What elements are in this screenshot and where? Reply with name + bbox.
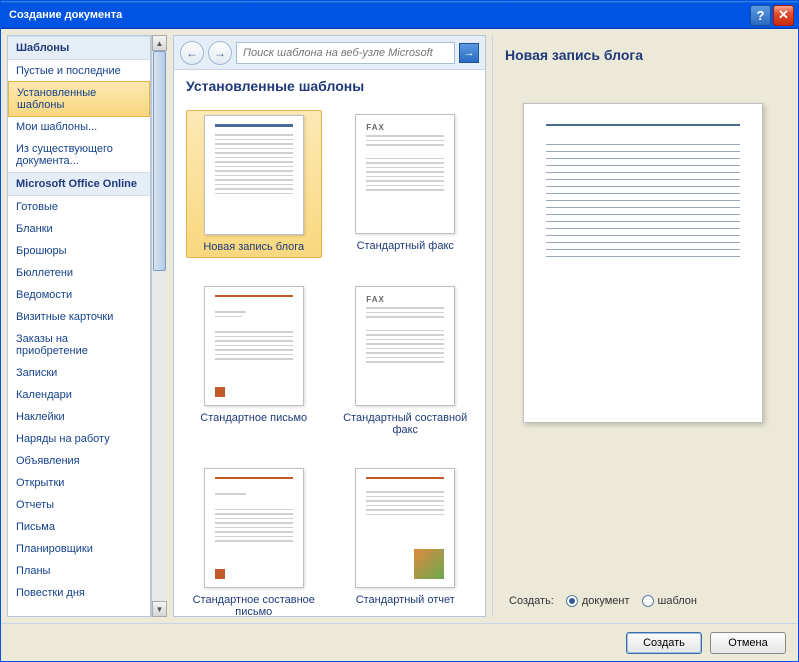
create-button[interactable]: Создать <box>626 632 702 654</box>
forward-button[interactable]: → <box>208 41 232 65</box>
template-label: Стандартный факс <box>357 240 454 252</box>
sidebar-item[interactable]: Открытки <box>8 472 150 494</box>
sidebar-item[interactable]: Заказы на приобретение <box>8 328 150 362</box>
sidebar-item[interactable]: Наряды на работу <box>8 428 150 450</box>
sidebar-item[interactable]: Визитные карточки <box>8 306 150 328</box>
sidebar-item[interactable]: Наклейки <box>8 406 150 428</box>
back-button[interactable]: ← <box>180 41 204 65</box>
template-thumb <box>204 286 304 406</box>
sidebar-item[interactable]: Ведомости <box>8 284 150 306</box>
titlebar: Создание документа ? ✕ <box>1 1 798 29</box>
sidebar: ШаблоныПустые и последниеУстановленные ш… <box>7 35 167 617</box>
sidebar-list[interactable]: ШаблоныПустые и последниеУстановленные ш… <box>7 35 151 617</box>
help-button[interactable]: ? <box>750 5 771 26</box>
sidebar-item[interactable]: Брошюры <box>8 240 150 262</box>
sidebar-item[interactable]: Пустые и последние <box>8 60 150 82</box>
sidebar-item[interactable]: Письма <box>8 516 150 538</box>
window-title: Создание документа <box>5 9 748 21</box>
template-label: Стандартное составное письмо <box>190 594 318 616</box>
template-fax[interactable]: FAX Стандартный факс <box>338 110 474 258</box>
preview-panel: Новая запись блога Создать: документ ша <box>492 35 792 617</box>
radio-icon <box>642 595 654 607</box>
dialog-body: ШаблоныПустые и последниеУстановленные ш… <box>1 29 798 623</box>
sidebar-item[interactable]: Объявления <box>8 450 150 472</box>
sidebar-scrollbar[interactable]: ▲ ▼ <box>151 35 167 617</box>
sidebar-heading-online: Microsoft Office Online <box>8 172 150 196</box>
sidebar-item[interactable]: Установленные шаблоны <box>8 81 150 117</box>
sidebar-item[interactable]: Планировщики <box>8 538 150 560</box>
sidebar-item[interactable]: Готовые <box>8 196 150 218</box>
sidebar-item[interactable]: Из существующего документа... <box>8 138 150 172</box>
sidebar-item[interactable]: Отчеты <box>8 494 150 516</box>
preview-title: Новая запись блога <box>503 41 782 73</box>
template-thumb <box>204 115 304 235</box>
template-thumb: FAX <box>355 286 455 406</box>
template-label: Стандартный составной факс <box>342 412 470 436</box>
center-panel: ← → → Установленные шаблоны Новая запись… <box>173 35 486 617</box>
template-label: Новая запись блога <box>203 241 304 253</box>
toolbar: ← → → <box>174 36 485 70</box>
sidebar-item[interactable]: Мои шаблоны... <box>8 116 150 138</box>
search-go-button[interactable]: → <box>459 43 479 63</box>
template-label: Стандартное письмо <box>200 412 307 424</box>
dialog-window: Создание документа ? ✕ ШаблоныПустые и п… <box>0 0 799 662</box>
search-input[interactable] <box>237 47 454 59</box>
template-letter[interactable]: Стандартное письмо <box>186 282 322 440</box>
sidebar-item[interactable]: Бланки <box>8 218 150 240</box>
scroll-up-icon[interactable]: ▲ <box>152 35 167 51</box>
template-thumb: FAX <box>355 114 455 234</box>
create-radio-row: Создать: документ шаблон <box>503 585 782 611</box>
cancel-button[interactable]: Отмена <box>710 632 786 654</box>
radio-template[interactable]: шаблон <box>642 595 697 607</box>
sidebar-item[interactable]: Календари <box>8 384 150 406</box>
template-report[interactable]: Стандартный отчет <box>338 464 474 616</box>
template-mergeletter[interactable]: Стандартное составное письмо <box>186 464 322 616</box>
sidebar-item[interactable]: Бюллетени <box>8 262 150 284</box>
sidebar-item[interactable]: Планы <box>8 560 150 582</box>
close-button[interactable]: ✕ <box>773 5 794 26</box>
scroll-down-icon[interactable]: ▼ <box>152 601 167 617</box>
radio-icon <box>566 595 578 607</box>
scroll-thumb[interactable] <box>153 51 166 271</box>
gallery-heading: Установленные шаблоны <box>174 70 485 102</box>
create-label: Создать: <box>509 595 554 607</box>
template-gallery: Новая запись блога FAX Стандартный факс Ста… <box>174 102 485 616</box>
preview-document <box>523 103 763 423</box>
search-box <box>236 42 455 64</box>
template-thumb <box>355 468 455 588</box>
dialog-footer: Создать Отмена <box>1 623 798 661</box>
template-blog[interactable]: Новая запись блога <box>186 110 322 258</box>
template-mergefax[interactable]: FAX Стандартный составной факс <box>338 282 474 440</box>
sidebar-item[interactable]: Повестки дня <box>8 582 150 604</box>
sidebar-item[interactable]: Записки <box>8 362 150 384</box>
template-thumb <box>204 468 304 588</box>
sidebar-heading-templates: Шаблоны <box>8 36 150 60</box>
template-label: Стандартный отчет <box>356 594 455 606</box>
radio-document[interactable]: документ <box>566 595 630 607</box>
